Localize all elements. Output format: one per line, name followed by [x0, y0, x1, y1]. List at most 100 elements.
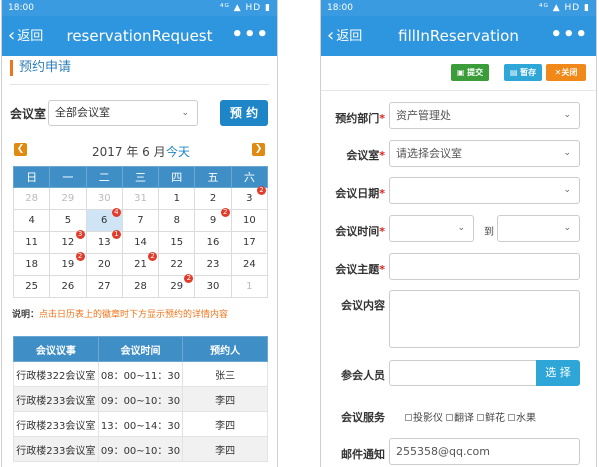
calendar-day[interactable]: 20 — [85, 253, 123, 276]
calendar-day[interactable]: 64 — [85, 208, 123, 232]
service-option[interactable]: 水果 — [508, 413, 536, 424]
calendar-day[interactable]: 26 — [49, 275, 87, 298]
end-time-select[interactable]: ⌄ — [497, 215, 580, 242]
day-number: 12 — [61, 237, 75, 248]
participants-input[interactable] — [389, 360, 537, 386]
reservation-table: 会议议事 会议时间 预约人 行政楼322会议室 08：00~11：30 张三 行政楼233… — [13, 336, 268, 462]
dept-select[interactable]: 资产管理处 ⌄ — [389, 102, 580, 129]
reservation-count-badge[interactable]: 2 — [220, 208, 230, 217]
reservation-count-badge[interactable]: 4 — [111, 208, 121, 217]
more-icon[interactable]: ••• — [550, 24, 588, 45]
calendar-day[interactable]: 5 — [49, 209, 87, 232]
checkbox[interactable] — [405, 414, 412, 421]
table-row[interactable]: 行政楼233会议室 09：00~10：30 李四 — [13, 386, 268, 412]
calendar-day[interactable]: 29 — [49, 187, 87, 210]
date-select[interactable]: ⌄ — [389, 177, 580, 204]
weekday-header: 一 — [49, 166, 87, 188]
calendar-day[interactable]: 25 — [12, 275, 51, 298]
status-bar: 18:00 ⁴ᴳ ▲ HD ▮ — [2, 0, 277, 16]
calendar-day[interactable]: 21 2 — [121, 252, 160, 276]
draft-button[interactable]: ▤ 暂存 — [504, 64, 542, 81]
prev-month-icon[interactable]: ❮ — [14, 143, 27, 156]
calendar-day[interactable]: 27 — [85, 275, 123, 298]
reservation-count-badge[interactable]: 1 — [111, 230, 121, 239]
calendar-day[interactable]: 12 3 — [49, 230, 87, 254]
more-icon[interactable]: ••• — [231, 24, 269, 45]
table-row[interactable]: 行政楼233会议室 09：00~10：30 李四 — [13, 436, 268, 462]
calendar-day[interactable]: 17 — [230, 231, 269, 254]
time-label: 会议时间* — [323, 223, 385, 239]
time-label-text: 会议时间 — [335, 225, 380, 238]
calendar-day[interactable]: 30 — [85, 187, 123, 210]
calendar-day[interactable]: 28 — [12, 187, 51, 210]
chevron-down-icon: ⌄ — [563, 110, 571, 120]
close-button[interactable]: ✕关闭 — [546, 64, 586, 81]
checkbox[interactable] — [508, 414, 515, 421]
calendar-day[interactable]: 1 — [230, 275, 269, 298]
next-month-icon[interactable]: ❯ — [252, 143, 265, 156]
day-number: 26 — [61, 281, 75, 292]
start-time-select[interactable]: ⌄ — [389, 215, 474, 242]
checkbox[interactable] — [446, 414, 453, 421]
calendar-day[interactable]: 22 — [158, 253, 196, 276]
reservation-count-badge[interactable]: 2 — [257, 186, 266, 195]
calendar-day[interactable]: 2 — [194, 187, 232, 210]
weekday-header: 日 — [12, 166, 51, 188]
day-number: 3 — [246, 193, 253, 204]
reservation-request-screen: 18:00 ⁴ᴳ ▲ HD ▮ ‹ 返回 reservationRequest •… — [1, 0, 278, 467]
calendar-day[interactable]: 24 — [230, 253, 269, 276]
calendar-day[interactable]: 31 — [121, 187, 160, 210]
calendar-day[interactable]: 18 — [12, 253, 51, 276]
calendar-day[interactable]: 8 — [158, 209, 196, 232]
day-number: 30 — [206, 281, 220, 292]
calendar-day[interactable]: 14 — [121, 231, 160, 254]
reservation-count-badge[interactable]: 2 — [75, 252, 85, 261]
room-select[interactable]: 全部会议室 ⌄ — [48, 100, 198, 126]
content-textarea[interactable] — [389, 290, 580, 348]
table-cell: 行政楼233会议室 — [13, 436, 99, 462]
subject-input[interactable] — [389, 253, 580, 280]
calendar-day[interactable]: 29 2 — [158, 274, 196, 298]
nav-bar: ‹ 返回 reservationRequest ••• — [2, 16, 277, 56]
table-row[interactable]: 行政楼322会议室 08：00~11：30 张三 — [13, 361, 268, 387]
calendar-day[interactable]: 11 — [12, 231, 51, 254]
day-number: 2 — [209, 193, 217, 204]
service-option[interactable]: 鲜花 — [477, 413, 505, 424]
checkbox[interactable] — [477, 414, 484, 421]
calendar-week: 28 29 30 31 1 2 3 2 — [12, 186, 269, 210]
calendar-day[interactable]: 4 — [12, 209, 51, 232]
service-option[interactable]: 翻译 — [446, 413, 474, 424]
reserve-button[interactable]: 预 约 — [220, 100, 268, 126]
status-bar: 18:00 ⁴ᴳ ▲ HD ▮ — [321, 0, 596, 16]
calendar-day[interactable]: 1 — [158, 187, 196, 210]
calendar-day[interactable]: 16 — [194, 231, 232, 254]
calendar-day[interactable]: 7 — [121, 209, 160, 232]
day-number: 24 — [242, 259, 256, 270]
calendar-day[interactable]: 13 1 — [85, 230, 123, 254]
disk-icon: ▤ — [509, 68, 521, 77]
column-header: 会议时间 — [97, 336, 184, 362]
calendar-day[interactable]: 15 — [158, 231, 196, 254]
date-label-text: 会议日期 — [335, 187, 380, 200]
room-select[interactable]: 请选择会议室 ⌄ — [389, 140, 580, 167]
calendar-day[interactable]: 30 — [194, 275, 232, 298]
calendar-day[interactable]: 32 — [230, 186, 269, 210]
calendar-day[interactable]: 19 2 — [49, 252, 87, 276]
calendar-day[interactable]: 23 — [194, 253, 232, 276]
today-link[interactable]: 今天 — [166, 143, 190, 160]
reservation-count-badge[interactable]: 2 — [148, 252, 158, 261]
chevron-down-icon: ⌄ — [457, 223, 465, 233]
reservation-count-badge[interactable]: 2 — [184, 274, 194, 283]
service-option[interactable]: 投影仪 — [405, 413, 443, 424]
subject-label: 会议主题* — [323, 261, 385, 277]
calendar-day[interactable]: 10 — [230, 209, 269, 232]
email-field[interactable]: 255358@qq.com — [389, 438, 580, 465]
reservation-count-badge[interactable]: 3 — [75, 230, 85, 239]
table-cell: 行政楼233会议室 — [13, 386, 99, 412]
calendar-day[interactable]: 28 — [121, 275, 160, 298]
table-cell: 08：00~11：30 — [97, 361, 184, 387]
submit-button[interactable]: ▣ 提交 — [451, 64, 489, 81]
table-row[interactable]: 行政楼233会议室 13：00~14：30 李四 — [13, 411, 268, 437]
calendar-day[interactable]: 92 — [194, 208, 232, 232]
select-participants-button[interactable]: 选 择 — [536, 360, 580, 386]
